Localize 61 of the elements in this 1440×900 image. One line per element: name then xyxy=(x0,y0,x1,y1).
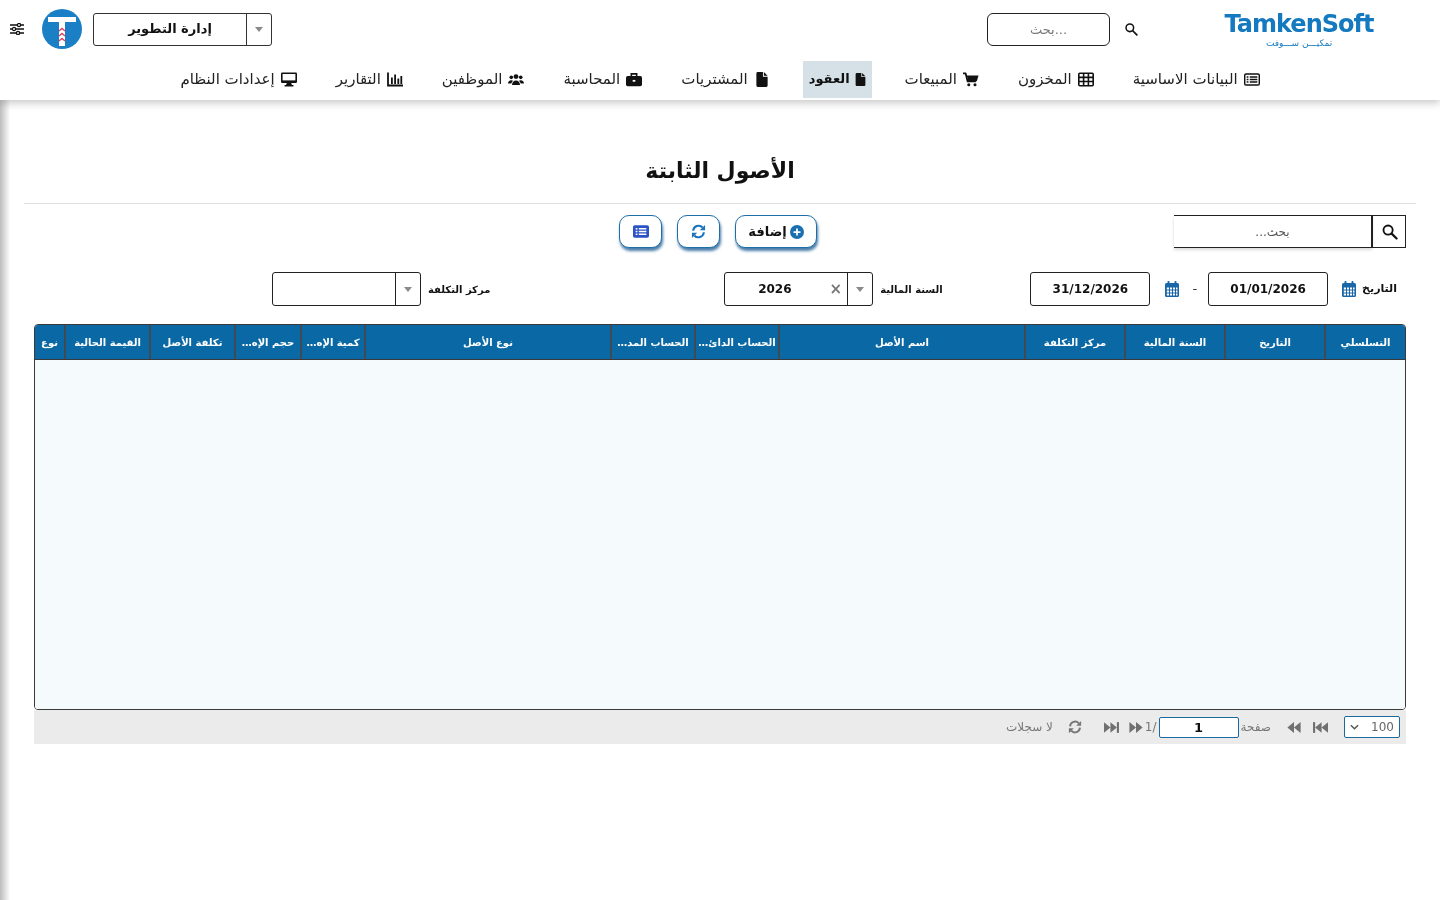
sliders-icon[interactable] xyxy=(10,23,24,35)
caret-icon xyxy=(255,26,263,32)
search-button[interactable] xyxy=(1372,215,1406,248)
nav-link[interactable]: التقارير xyxy=(329,60,409,98)
monitor-icon xyxy=(280,71,297,87)
search-field[interactable]: بحث... xyxy=(1174,215,1372,248)
briefcase-icon xyxy=(626,71,643,87)
skip-end-icon[interactable] xyxy=(1103,721,1119,733)
plus-circle-icon xyxy=(789,224,804,239)
caret-icon xyxy=(856,286,865,292)
filter-label: السنة المالية xyxy=(880,282,943,297)
fiscal-year-select[interactable]: × 2026 xyxy=(724,272,874,306)
page-label: صفحة xyxy=(1240,719,1271,736)
cart-icon xyxy=(963,71,979,87)
nav-link[interactable]: إعدادات النظام xyxy=(174,60,303,98)
nav-link[interactable]: المبيعات xyxy=(898,60,985,98)
search-icon[interactable] xyxy=(1124,22,1138,36)
file-icon xyxy=(854,72,866,86)
bar-chart-icon xyxy=(386,71,403,87)
skip-start-icon[interactable] xyxy=(1313,721,1328,733)
date-separator: - xyxy=(1192,280,1198,299)
date-input[interactable]: 31/12/2026 xyxy=(1030,272,1151,306)
brand-name: TamkenSoft xyxy=(1224,11,1374,37)
fast-forward-icon[interactable] xyxy=(1128,721,1143,733)
filter-label: مركز التكلفة xyxy=(428,282,491,297)
calendar-icon[interactable] xyxy=(1165,281,1180,297)
search-field[interactable]: بحث... xyxy=(987,12,1110,46)
page-number-input[interactable]: 1 xyxy=(1158,716,1239,738)
nav-link[interactable]: البيانات الاساسية xyxy=(1126,60,1266,98)
search-icon xyxy=(1380,223,1398,240)
refresh-button[interactable] xyxy=(677,215,721,248)
records-status: لا سجلات xyxy=(1005,719,1053,736)
nav-link[interactable]: المخزون xyxy=(1012,60,1100,98)
page-size-select[interactable]: 100 xyxy=(1344,716,1400,738)
nav-link[interactable]: الموظفين xyxy=(435,60,531,98)
add-button[interactable]: إضافة xyxy=(735,215,817,248)
caret-icon xyxy=(404,286,412,292)
page-title: الأصول الثابتة xyxy=(645,156,795,186)
file-icon xyxy=(753,71,770,87)
filter-label: التاريخ xyxy=(1362,280,1397,297)
users-icon xyxy=(508,71,525,87)
calendar-icon[interactable] xyxy=(1342,281,1357,297)
nav-link[interactable]: العقود xyxy=(802,60,872,98)
table-icon xyxy=(1077,71,1094,87)
chevron-down-icon xyxy=(1350,724,1359,730)
clear-button[interactable]: × xyxy=(824,273,848,305)
branch-select[interactable]: إدارة التطوير xyxy=(93,12,272,46)
refresh-icon xyxy=(691,224,707,239)
circle-logo-icon xyxy=(42,9,82,49)
list-icon xyxy=(632,225,649,238)
page-count: 1/ xyxy=(1144,719,1157,736)
list-button[interactable] xyxy=(619,215,663,248)
list-icon xyxy=(1243,71,1260,87)
nav-link[interactable]: المشتريات xyxy=(675,60,776,98)
brand-tagline: تمكيـــن ســـوفت xyxy=(1265,37,1333,49)
date-input[interactable]: 01/01/2026 xyxy=(1208,272,1329,306)
column-header[interactable]: نوع xyxy=(35,325,64,359)
nav-link[interactable]: المحاسبة xyxy=(557,60,649,98)
refresh-icon[interactable] xyxy=(1067,720,1082,734)
cost-center-select[interactable] xyxy=(272,272,421,306)
rewind-icon[interactable] xyxy=(1287,721,1301,733)
